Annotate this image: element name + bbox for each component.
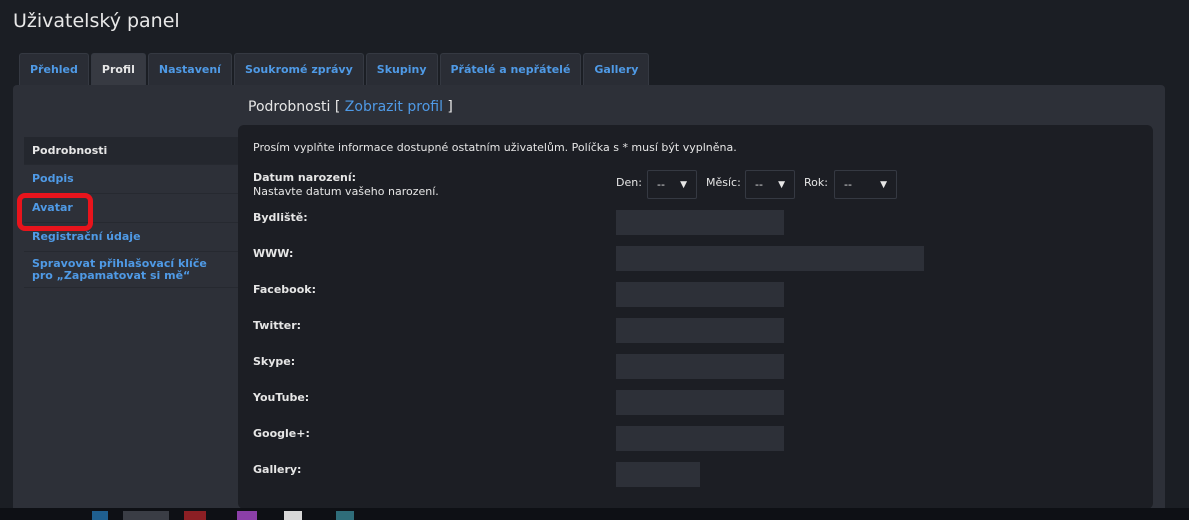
googleplus-label: Google+: <box>253 427 310 440</box>
profile-sidebar-menu: Podrobnosti Podpis Avatar Registrační úd… <box>24 137 238 288</box>
year-select-value: -- <box>844 178 852 191</box>
menu-item-registracni-udaje[interactable]: Registrační údaje <box>24 223 238 252</box>
twitter-input[interactable] <box>616 318 784 343</box>
birthdate-label-text: Datum narození: <box>253 171 357 184</box>
section-title: Podrobnosti [ Zobrazit profil ] <box>248 99 453 115</box>
month-select-value: -- <box>755 178 763 191</box>
month-label: Měsíc: <box>706 176 741 189</box>
chevron-down-icon: ▼ <box>680 179 687 190</box>
googleplus-input[interactable] <box>616 426 784 451</box>
tab-bar: Přehled Profil Nastavení Soukromé zprávy… <box>19 53 650 85</box>
day-label: Den: <box>616 176 642 189</box>
facebook-input[interactable] <box>616 282 784 307</box>
day-select[interactable]: -- ▼ <box>647 170 697 199</box>
youtube-label: YouTube: <box>253 391 310 404</box>
menu-item-prihlasovaci-klice[interactable]: Spravovat přihlašovací klíče pro „Zapama… <box>24 252 238 288</box>
taskbar-browser-icon[interactable] <box>123 511 169 520</box>
gallery-label: Gallery: <box>253 463 302 476</box>
bracket-open: [ <box>334 99 341 115</box>
bracket-close: ] <box>447 99 453 115</box>
facebook-label: Facebook: <box>253 283 316 296</box>
skype-label: Skype: <box>253 355 296 368</box>
taskbar <box>0 508 1189 520</box>
chevron-down-icon: ▼ <box>880 179 887 190</box>
gallery-input[interactable] <box>616 462 700 487</box>
tab-nastaveni[interactable]: Nastavení <box>147 53 232 85</box>
section-title-text: Podrobnosti <box>248 99 331 115</box>
tab-prehled[interactable]: Přehled <box>19 53 89 85</box>
skype-input[interactable] <box>616 354 784 379</box>
www-input[interactable] <box>616 246 924 271</box>
birthdate-label: Datum narození: Nastavte datum vašeho na… <box>253 171 439 198</box>
location-label: Bydliště: <box>253 211 308 224</box>
tab-soukrome-zpravy[interactable]: Soukromé zprávy <box>233 53 364 85</box>
taskbar-app-icon[interactable] <box>237 511 257 520</box>
year-label: Rok: <box>804 176 828 189</box>
profile-form: Prosím vyplňte informace dostupné ostatn… <box>238 125 1153 509</box>
location-input[interactable] <box>616 210 784 235</box>
form-intro-text: Prosím vyplňte informace dostupné ostatn… <box>253 141 737 154</box>
taskbar-app-icon[interactable] <box>92 511 108 520</box>
tab-skupiny[interactable]: Skupiny <box>365 53 438 85</box>
tab-gallery[interactable]: Gallery <box>583 53 650 85</box>
www-label: WWW: <box>253 247 294 260</box>
menu-item-podrobnosti[interactable]: Podrobnosti <box>24 137 238 165</box>
menu-item-podpis[interactable]: Podpis <box>24 165 238 194</box>
month-select[interactable]: -- ▼ <box>745 170 795 199</box>
tab-profil[interactable]: Profil <box>90 53 146 85</box>
day-select-value: -- <box>657 178 665 191</box>
taskbar-app-icon[interactable] <box>336 511 354 520</box>
taskbar-app-icon[interactable] <box>284 511 302 520</box>
tab-pratele-a-nepratele[interactable]: Přátelé a nepřátelé <box>439 53 582 85</box>
menu-item-avatar[interactable]: Avatar <box>24 194 238 223</box>
youtube-input[interactable] <box>616 390 784 415</box>
view-profile-link[interactable]: Zobrazit profil <box>345 99 443 115</box>
taskbar-app-icon[interactable] <box>184 511 206 520</box>
year-select[interactable]: -- ▼ <box>834 170 897 199</box>
twitter-label: Twitter: <box>253 319 302 332</box>
chevron-down-icon: ▼ <box>778 179 785 190</box>
page-title: Uživatelský panel <box>13 10 180 32</box>
birthdate-hint: Nastavte datum vašeho narození. <box>253 185 439 198</box>
